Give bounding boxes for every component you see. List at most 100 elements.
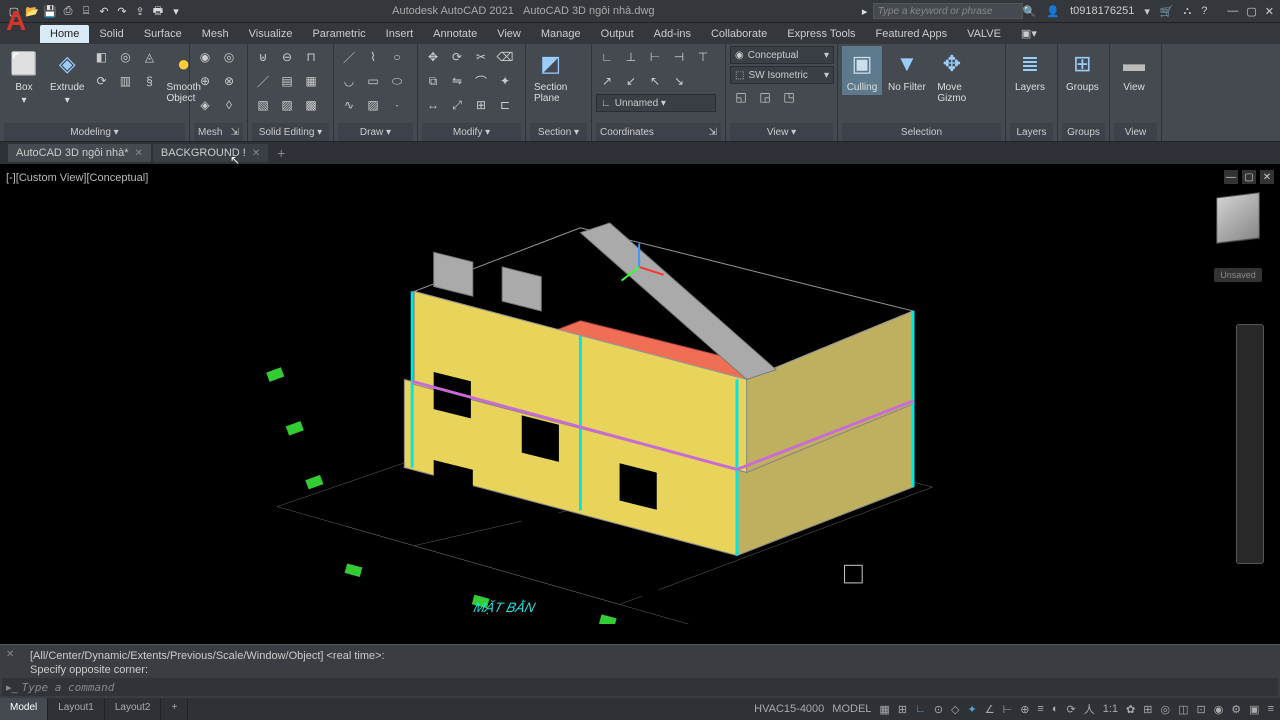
help-search-input[interactable]: Type a keyword or phrase [873,3,1023,19]
file-tab-0-close-icon[interactable]: ✕ [135,148,143,159]
offset-icon[interactable]: ▨ [276,94,298,116]
panel-label-mesh[interactable]: Mesh⇲ [194,123,243,141]
drawing-viewport[interactable]: [-][Custom View][Conceptual] — ▢ ✕ Unsav… [0,164,1280,644]
trim-icon[interactable]: ✂ [470,46,492,68]
extract-icon[interactable]: ▧ [252,94,274,116]
ucs8-icon[interactable]: ↖ [644,70,666,92]
isolate-icon[interactable]: ◉ [1214,703,1224,716]
tab-express[interactable]: Express Tools [777,25,865,43]
presspull-icon[interactable]: ▥ [114,70,136,92]
stretch-icon[interactable]: ↔ [422,94,444,116]
tab-output[interactable]: Output [591,25,644,43]
close-icon[interactable]: ✕ [1265,5,1274,18]
ucs2-icon[interactable]: ⊥ [620,46,642,68]
minimize-icon[interactable]: — [1227,5,1238,18]
tab-visualize[interactable]: Visualize [239,25,303,43]
rect-icon[interactable]: ▭ [362,70,384,92]
layers-button[interactable]: ≣ Layers [1010,46,1050,95]
mesh1-icon[interactable]: ◉ [194,46,216,68]
no-filter-button[interactable]: ▼ No Filter [884,46,930,95]
osnap-icon[interactable]: ◇ [951,703,959,716]
ducs-icon[interactable]: ⊢ [1003,703,1013,716]
box-button[interactable]: ⬜ Box▾ [4,46,44,108]
search-arrow-icon[interactable]: ▸ [857,3,873,19]
navigation-bar[interactable] [1236,324,1264,564]
status-hvac[interactable]: HVAC15-4000 [754,703,824,715]
rotate-icon[interactable]: ⟳ [446,46,468,68]
view-a-icon[interactable]: ◱ [730,86,752,108]
gear-icon[interactable]: ✿ [1126,703,1135,716]
status-model[interactable]: MODEL [832,703,871,715]
ucs-named-dropdown[interactable]: ∟Unnamed ▾ [596,94,716,112]
tab-solid[interactable]: Solid [89,25,133,43]
panel-label-section[interactable]: Section ▾ [530,123,587,141]
help-icon[interactable]: ? [1201,5,1207,17]
ucs7-icon[interactable]: ↙ [620,70,642,92]
dyn-icon[interactable]: ⊕ [1020,703,1029,716]
polyline-icon[interactable]: ⌇ [362,46,384,68]
extrude-button[interactable]: ◈ Extrude▾ [46,46,88,108]
lwt-icon[interactable]: ≡ [1037,703,1043,715]
tab-manage[interactable]: Manage [531,25,591,43]
panel-label-modify[interactable]: Modify ▾ [422,123,521,141]
union-icon[interactable]: ⊎ [252,46,274,68]
copy-icon[interactable]: ⧉ [422,70,444,92]
ucs3-icon[interactable]: ⊢ [644,46,666,68]
panel-label-solidediting[interactable]: Solid Editing ▾ [252,123,329,141]
share-icon[interactable]: ⇪ [132,3,148,19]
scale-label[interactable]: 1:1 [1103,703,1118,715]
tab-surface[interactable]: Surface [134,25,192,43]
app-logo-icon[interactable]: A [6,5,36,45]
viewport-label[interactable]: [-][Custom View][Conceptual] [6,172,148,184]
revolve-icon[interactable]: ◎ [114,46,136,68]
panel-label-selection[interactable]: Selection [842,123,1001,141]
move-gizmo-button[interactable]: ✥ Move Gizmo [932,46,972,106]
spline-icon[interactable]: ∿ [338,94,360,116]
anno-icon[interactable]: 人 [1084,701,1095,717]
layout-tab-1[interactable]: Layout1 [48,698,105,720]
user-icon[interactable]: 👤 [1046,5,1060,18]
cmd-close-icon[interactable]: ✕ [6,649,14,660]
mesh6-icon[interactable]: ◊ [218,94,240,116]
plot-icon[interactable]: ⌸ [78,3,94,19]
tab-view[interactable]: View [487,25,531,43]
mesh2-icon[interactable]: ◎ [218,46,240,68]
ucs5-icon[interactable]: ⊤ [692,46,714,68]
tab-home[interactable]: Home [40,25,89,43]
view-cube[interactable]: Unsaved [1214,194,1262,282]
slice-icon[interactable]: ／ [252,70,274,92]
tab-parametric[interactable]: Parametric [302,25,375,43]
transparency-icon[interactable]: ◐ [1052,703,1059,715]
erase-icon[interactable]: ⌫ [494,46,516,68]
print-icon[interactable]: 🖶 [150,3,166,19]
tab-collaborate[interactable]: Collaborate [701,25,777,43]
circle-icon[interactable]: ○ [386,46,408,68]
saveas-icon[interactable]: ⎙ [60,3,76,19]
helix-icon[interactable]: § [138,70,160,92]
panel-label-view[interactable]: View ▾ [730,123,833,141]
vp-maximize-icon[interactable]: ▢ [1242,170,1256,184]
hatch-icon[interactable]: ▨ [362,94,384,116]
file-tab-1[interactable]: BACKGROUND !✕ [153,144,268,162]
section-plane-button[interactable]: ◩ Section Plane [530,46,571,106]
groups-button[interactable]: ⊞ Groups [1062,46,1103,95]
subtract-icon[interactable]: ⊖ [276,46,298,68]
ortho-icon[interactable]: ∟ [915,703,926,715]
explode-icon[interactable]: ✦ [494,70,516,92]
layout-tab-2[interactable]: Layout2 [105,698,162,720]
view-iso-dropdown[interactable]: ⬚SW Isometric▾ [730,66,834,84]
undo-icon[interactable]: ↶ [96,3,112,19]
intersect-icon[interactable]: ⊓ [300,46,322,68]
tab-addins[interactable]: Add-ins [644,25,701,43]
mesh3-icon[interactable]: ⊕ [194,70,216,92]
view-cube-label[interactable]: Unsaved [1214,268,1262,282]
fillet-icon[interactable]: ⌒ [470,70,492,92]
redo-icon[interactable]: ↷ [114,3,130,19]
workspace-icon[interactable]: ⊞ [1143,703,1152,716]
thicken-icon[interactable]: ▤ [276,70,298,92]
tab-insert[interactable]: Insert [376,25,424,43]
ucs9-icon[interactable]: ↘ [668,70,690,92]
hw-icon[interactable]: ⚙ [1231,703,1241,716]
maximize-icon[interactable]: ▢ [1246,5,1256,18]
clean-icon[interactable]: ▣ [1249,703,1259,716]
